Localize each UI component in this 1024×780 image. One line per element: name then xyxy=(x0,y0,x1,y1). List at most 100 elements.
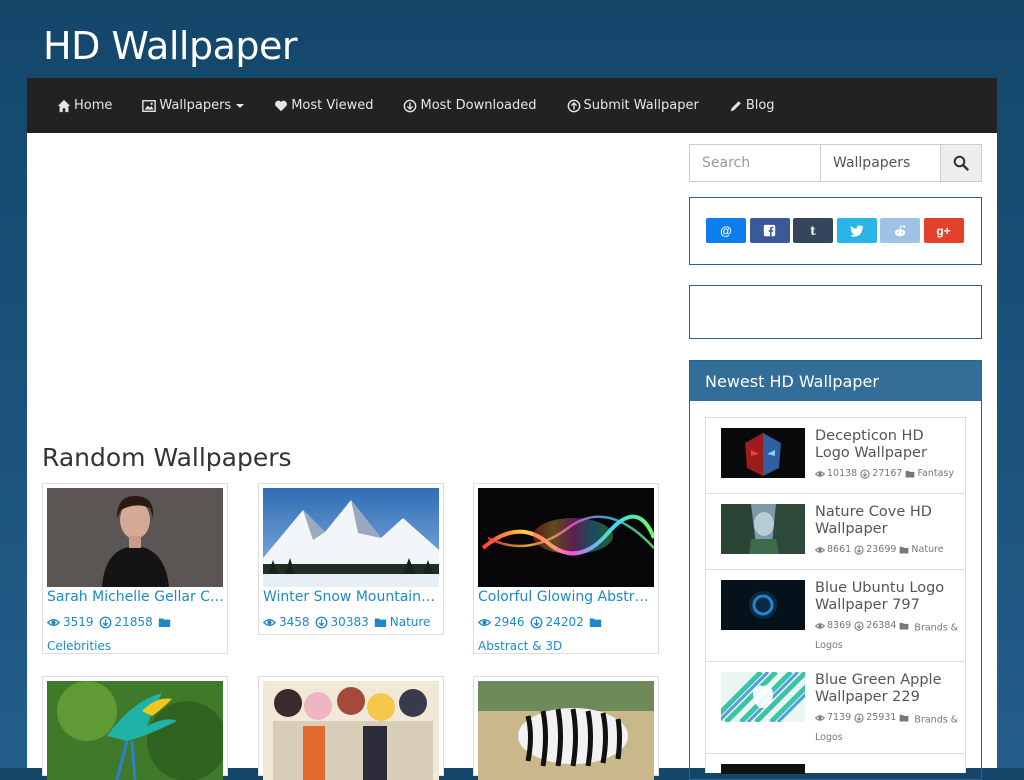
download-icon xyxy=(530,616,543,629)
nav-blog-label: Blog xyxy=(745,98,775,113)
wallpaper-card[interactable] xyxy=(473,676,659,780)
view-count: 8369 xyxy=(827,620,852,631)
reddit-icon xyxy=(894,224,906,236)
category-link[interactable]: Nature xyxy=(390,612,431,633)
eye-icon xyxy=(815,545,825,555)
view-count: 3519 xyxy=(63,615,94,629)
category-link[interactable]: Abstract & 3D xyxy=(478,639,562,653)
nav-most-viewed[interactable]: Most Viewed xyxy=(274,98,373,113)
eye-icon xyxy=(263,616,276,629)
view-count: 8661 xyxy=(827,544,852,555)
email-icon: @ xyxy=(720,223,732,238)
share-google-plus-button[interactable]: g+ xyxy=(923,218,964,243)
wallpaper-card[interactable]: Winter Snow Mountains... 3458 30383 Nature xyxy=(258,483,444,635)
newest-thumbnail[interactable] xyxy=(721,764,805,774)
newest-meta: 7139 25931 Brands & Logos xyxy=(815,709,960,746)
newest-title-link[interactable]: Decepticon HD Logo Wallpaper xyxy=(815,428,960,462)
facebook-icon xyxy=(763,224,776,237)
nav-blog[interactable]: Blog xyxy=(729,98,775,113)
wallpaper-thumbnail[interactable] xyxy=(47,681,223,780)
download-icon xyxy=(315,616,328,629)
download-icon xyxy=(99,616,112,629)
site-title[interactable]: HD Wallpaper xyxy=(43,24,298,68)
home-icon xyxy=(57,99,71,113)
wallpaper-thumbnail[interactable] xyxy=(478,681,654,780)
nav-home[interactable]: Home xyxy=(57,98,112,113)
folder-icon xyxy=(899,713,909,723)
nav-most-downloaded[interactable]: Most Downloaded xyxy=(403,98,537,113)
wallpaper-card[interactable]: Colorful Glowing Abstra... 2946 24202 Abst… xyxy=(473,483,659,654)
newest-list: Decepticon HD Logo Wallpaper 10138 27167 F… xyxy=(705,417,966,774)
view-count: 3458 xyxy=(279,615,310,629)
newest-title-link[interactable]: Nature Cove HD Wallpaper xyxy=(815,504,960,538)
newest-thumbnail[interactable] xyxy=(721,428,805,478)
download-count: 30383 xyxy=(330,615,369,629)
wallpaper-card[interactable]: Sarah Michelle Gellar Ce... 3519 21858 Cel… xyxy=(42,483,228,654)
newest-thumbnail[interactable] xyxy=(721,504,805,554)
newest-wallpaper-panel: Newest HD Wallpaper Decepticon HD Logo W… xyxy=(689,360,982,780)
search-category-select[interactable]: Wallpapers xyxy=(821,144,941,182)
view-count: 10138 xyxy=(827,468,858,479)
google-plus-icon: g+ xyxy=(936,223,951,238)
newest-title-link[interactable]: Blue Ubuntu Logo Wallpaper 797 xyxy=(815,580,960,614)
newest-item[interactable] xyxy=(705,753,966,774)
eye-icon xyxy=(815,621,825,631)
wallpaper-thumbnail[interactable] xyxy=(47,488,223,587)
wallpaper-title-link[interactable]: Sarah Michelle Gellar Ce... xyxy=(47,589,225,605)
newest-panel-title: Newest HD Wallpaper xyxy=(690,361,981,401)
share-facebook-button[interactable] xyxy=(749,218,790,243)
newest-item[interactable]: Blue Ubuntu Logo Wallpaper 797 8369 26384… xyxy=(705,569,966,661)
view-count: 2946 xyxy=(494,615,525,629)
download-icon xyxy=(854,545,864,555)
download-count: 24202 xyxy=(545,615,584,629)
tumblr-icon: t xyxy=(810,223,816,238)
folder-icon xyxy=(158,616,171,629)
newest-item[interactable]: Nature Cove HD Wallpaper 8661 23699 Nature xyxy=(705,493,966,569)
share-reddit-button[interactable] xyxy=(880,218,920,243)
category-link[interactable]: Fantasy xyxy=(917,465,954,482)
download-circle-icon xyxy=(403,99,417,113)
newest-item[interactable]: Blue Green Apple Wallpaper 229 7139 25931… xyxy=(705,661,966,753)
search-input[interactable]: Search xyxy=(689,144,821,182)
folder-icon xyxy=(589,616,602,629)
eye-icon xyxy=(815,469,825,479)
folder-icon xyxy=(899,545,909,555)
share-email-button[interactable]: @ xyxy=(706,218,746,243)
wallpaper-thumbnail[interactable] xyxy=(478,488,654,587)
wallpaper-card[interactable] xyxy=(258,676,444,780)
newest-meta: 10138 27167 Fantasy xyxy=(815,465,960,485)
wallpaper-meta: 3519 21858 Celebrities xyxy=(47,612,225,657)
newest-title-link[interactable]: Blue Green Apple Wallpaper 229 xyxy=(815,672,960,706)
download-count: 23699 xyxy=(866,544,897,555)
main-content: Random Wallpapers Sarah Michelle Gellar … xyxy=(27,133,997,780)
nav-submit-wallpaper[interactable]: Submit Wallpaper xyxy=(567,98,699,113)
nav-submit-wallpaper-label: Submit Wallpaper xyxy=(583,98,699,113)
wallpaper-card[interactable] xyxy=(42,676,228,780)
search-button[interactable] xyxy=(941,144,982,182)
newest-thumbnail[interactable] xyxy=(721,580,805,630)
wallpaper-meta: 2946 24202 Abstract & 3D xyxy=(478,612,656,657)
folder-icon xyxy=(905,469,915,479)
nav-wallpapers[interactable]: Wallpapers xyxy=(142,98,245,113)
download-icon xyxy=(860,469,870,479)
share-twitter-button[interactable] xyxy=(836,218,877,243)
category-link[interactable]: Nature xyxy=(911,541,943,558)
wallpaper-meta: 3458 30383 Nature xyxy=(263,612,441,636)
wallpaper-title-link[interactable]: Colorful Glowing Abstra... xyxy=(478,589,656,605)
wallpaper-thumbnail[interactable] xyxy=(263,681,439,780)
share-tumblr-button[interactable]: t xyxy=(793,218,833,243)
eye-icon xyxy=(47,616,60,629)
download-icon xyxy=(854,621,864,631)
category-link[interactable]: Celebrities xyxy=(47,639,111,653)
newest-item[interactable]: Decepticon HD Logo Wallpaper 10138 27167 F… xyxy=(705,417,966,493)
newest-thumbnail[interactable] xyxy=(721,672,805,722)
folder-icon xyxy=(899,621,909,631)
download-count: 21858 xyxy=(114,615,153,629)
nav-wallpapers-label: Wallpapers xyxy=(159,98,232,113)
share-buttons: @ t g+ xyxy=(706,218,967,243)
nav-most-viewed-label: Most Viewed xyxy=(291,98,374,113)
folder-icon xyxy=(374,616,387,629)
wallpaper-title-link[interactable]: Winter Snow Mountains... xyxy=(263,589,441,605)
eye-icon xyxy=(815,713,825,723)
wallpaper-thumbnail[interactable] xyxy=(263,488,439,587)
